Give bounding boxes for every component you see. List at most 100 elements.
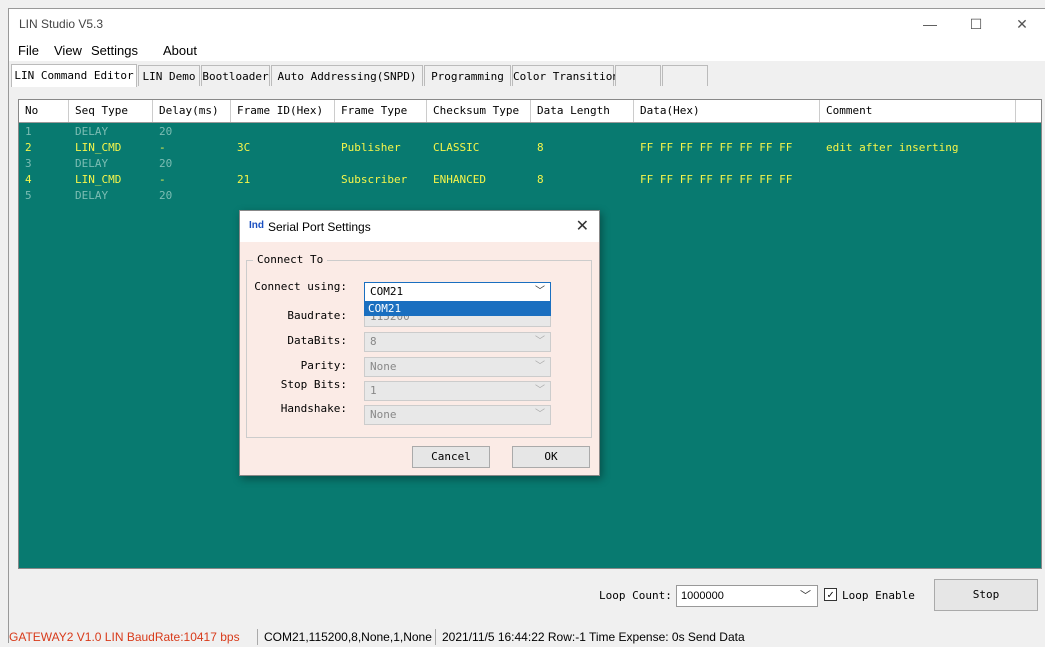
stop-button[interactable]: Stop: [934, 579, 1038, 611]
loop-control-bar: Loop Count: 1000000 ﹀ ✓ Loop Enable Stop: [9, 575, 1045, 617]
loop-enable-checkbox[interactable]: ✓: [824, 588, 837, 601]
cell-frame-id: 21: [237, 173, 251, 186]
cell-seq-type: LIN_CMD: [75, 173, 122, 186]
databits-select[interactable]: 8 ﹀: [364, 332, 551, 352]
baudrate-label: Baudrate:: [287, 309, 347, 322]
col-no[interactable]: No: [19, 100, 69, 122]
tab-programming[interactable]: Programming: [424, 65, 511, 86]
chevron-down-icon: ﹀: [535, 361, 545, 372]
chevron-down-icon: ﹀: [535, 286, 545, 297]
tab-empty-2: [662, 65, 708, 86]
col-seq-type[interactable]: Seq Type: [69, 100, 153, 122]
table-row[interactable]: 3 DELAY 20: [19, 156, 1041, 172]
col-delay[interactable]: Delay(ms): [153, 100, 231, 122]
status-port: COM21,115200,8,None,1,None: [264, 630, 432, 644]
table-row[interactable]: 4 LIN_CMD - 21 Subscriber ENHANCED 8 FF …: [19, 172, 1041, 188]
cell-no: 3: [25, 157, 32, 170]
stopbits-value: 1: [370, 384, 377, 397]
cell-delay: 20: [159, 189, 173, 202]
close-button[interactable]: ✕: [999, 13, 1045, 35]
parity-label: Parity:: [300, 359, 347, 372]
cell-frame-id: 3C: [237, 141, 251, 154]
window-title: LIN Studio V5.3: [19, 17, 104, 31]
tab-auto-addressing[interactable]: Auto Addressing(SNPD): [271, 65, 423, 86]
handshake-value: None: [370, 408, 397, 421]
cell-data-hex: FF FF FF FF FF FF FF FF: [640, 141, 793, 154]
dialog-body: Connect To Connect using: COM21 ﹀ Baudra…: [240, 242, 599, 475]
loop-count-value: 1000000: [681, 590, 724, 602]
stopbits-label: Stop Bits:: [280, 378, 347, 391]
handshake-select[interactable]: None ﹀: [364, 405, 551, 425]
cell-no: 2: [25, 141, 32, 154]
status-info: 2021/11/5 16:44:22 Row:-1 Time Expense: …: [442, 630, 745, 644]
table-row[interactable]: 5 DELAY 20: [19, 188, 1041, 204]
checkmark-icon: ✓: [827, 588, 834, 601]
chevron-down-icon: ﹀: [535, 336, 545, 347]
table-row[interactable]: 2 LIN_CMD - 3C Publisher CLASSIC 8 FF FF…: [19, 140, 1041, 156]
cell-no: 1: [25, 125, 32, 138]
cell-delay: 20: [159, 125, 173, 138]
menu-about[interactable]: About: [163, 43, 197, 58]
col-data-hex[interactable]: Data(Hex): [634, 100, 820, 122]
connect-using-select[interactable]: COM21 ﹀: [364, 282, 551, 302]
connect-using-dropdown-option[interactable]: COM21: [364, 302, 551, 316]
cell-seq-type: DELAY: [75, 157, 109, 170]
tab-strip: LIN Command Editor LIN Demo Bootloader A…: [11, 64, 1045, 87]
cell-comment: edit after inserting: [826, 141, 959, 154]
cell-delay: -: [159, 141, 166, 154]
cell-seq-type: DELAY: [75, 125, 109, 138]
col-frame-id[interactable]: Frame ID(Hex): [231, 100, 335, 122]
table-row[interactable]: 1 DELAY 20: [19, 124, 1041, 140]
cell-delay: 20: [159, 157, 173, 170]
connect-using-value: COM21: [370, 285, 404, 298]
col-comment[interactable]: Comment: [820, 100, 1016, 122]
tab-empty-1: [615, 65, 661, 86]
cell-delay: -: [159, 173, 166, 186]
cell-checksum-type: CLASSIC: [433, 141, 480, 154]
serial-port-settings-dialog: Ind Serial Port Settings ✕ Connect To Co…: [239, 210, 600, 476]
cell-frame-type: Subscriber: [341, 173, 408, 186]
chevron-down-icon: ﹀: [800, 590, 811, 602]
tab-bootloader[interactable]: Bootloader: [201, 65, 270, 86]
dialog-title: Serial Port Settings: [268, 220, 371, 234]
stopbits-select[interactable]: 1 ﹀: [364, 381, 551, 401]
tab-lin-demo[interactable]: LIN Demo: [138, 65, 200, 86]
ok-button[interactable]: OK: [512, 446, 590, 468]
tab-lin-command-editor[interactable]: LIN Command Editor: [11, 64, 137, 87]
menu-settings[interactable]: Settings: [91, 43, 138, 58]
cell-checksum-type: ENHANCED: [433, 173, 486, 186]
cell-data-length: 8: [537, 141, 544, 154]
menu-file[interactable]: File: [18, 43, 39, 58]
databits-label: DataBits:: [287, 334, 347, 347]
cell-no: 5: [25, 189, 32, 202]
cell-seq-type: LIN_CMD: [75, 141, 122, 154]
cell-frame-type: Publisher: [341, 141, 401, 154]
connect-to-group: Connect To Connect using: COM21 ﹀ Baudra…: [246, 253, 592, 438]
title-bar: LIN Studio V5.3 — ☐ ✕: [9, 9, 1045, 39]
cell-data-hex: FF FF FF FF FF FF FF FF: [640, 173, 793, 186]
col-checksum-type[interactable]: Checksum Type: [427, 100, 531, 122]
minimize-button[interactable]: —: [907, 13, 953, 35]
status-bar: GATEWAY2 V1.0 LIN BaudRate:10417 bps COM…: [9, 627, 1045, 647]
cancel-button[interactable]: Cancel: [412, 446, 490, 468]
cell-no: 4: [25, 173, 32, 186]
maximize-button[interactable]: ☐: [953, 13, 999, 35]
tab-color-transition[interactable]: Color Transition: [512, 65, 619, 86]
parity-value: None: [370, 360, 397, 373]
databits-value: 8: [370, 335, 377, 348]
handshake-label: Handshake:: [280, 402, 347, 415]
menu-view[interactable]: View: [54, 43, 82, 58]
connect-using-label: Connect using:: [254, 280, 347, 293]
loop-count-label: Loop Count:: [599, 589, 672, 602]
dialog-app-icon: Ind: [249, 220, 264, 231]
menu-bar: File View Settings About: [9, 39, 1045, 61]
loop-count-select[interactable]: 1000000 ﹀: [676, 585, 818, 607]
chevron-down-icon: ﹀: [535, 385, 545, 396]
col-data-length[interactable]: Data Length: [531, 100, 634, 122]
chevron-down-icon: ﹀: [535, 409, 545, 420]
parity-select[interactable]: None ﹀: [364, 357, 551, 377]
dialog-close-icon[interactable]: ✕: [576, 216, 589, 236]
cell-data-length: 8: [537, 173, 544, 186]
loop-enable-label[interactable]: Loop Enable: [842, 589, 915, 602]
col-frame-type[interactable]: Frame Type: [335, 100, 427, 122]
